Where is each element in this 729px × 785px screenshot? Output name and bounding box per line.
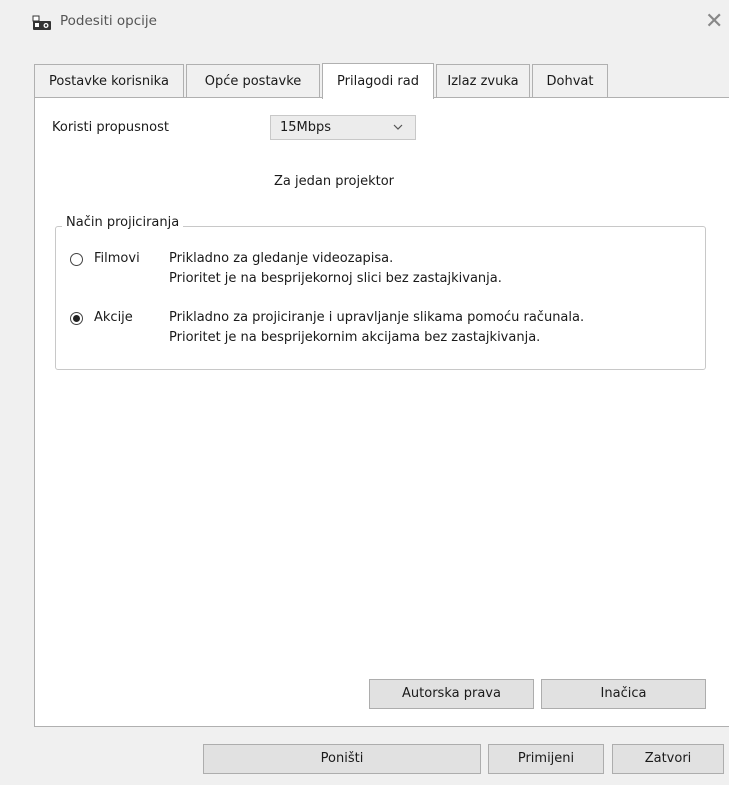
apply-button[interactable]: Primijeni [488, 744, 604, 774]
bandwidth-value: 15Mbps [280, 120, 332, 135]
tab-get[interactable]: Dohvat [532, 64, 608, 97]
close-icon[interactable]: ✕ [705, 9, 723, 35]
projection-mode-legend: Način projiciranja [62, 215, 184, 230]
tab-adjust-performance[interactable]: Prilagodi rad [322, 63, 434, 99]
cancel-button[interactable]: Poništi [203, 744, 481, 774]
bandwidth-note: Za jedan projektor [274, 174, 395, 189]
copyright-button[interactable]: Autorska prava [369, 679, 534, 709]
tab-general-settings[interactable]: Opće postavke [186, 64, 320, 97]
movies-description-line2: Prioritet je na besprijekornoj slici bez… [169, 271, 502, 286]
radio-actions[interactable] [70, 312, 83, 325]
bandwidth-label: Koristi propusnost [52, 120, 169, 135]
close-button[interactable]: Zatvori [612, 744, 724, 774]
tab-user-settings[interactable]: Postavke korisnika [34, 64, 184, 97]
tab-audio-output[interactable]: Izlaz zvuka [436, 64, 530, 97]
radio-actions-label[interactable]: Akcije [94, 308, 133, 327]
actions-description-line1: Prikladno za projiciranje i upravljanje … [169, 310, 585, 325]
chevron-down-icon [393, 119, 403, 138]
projector-app-icon [32, 14, 52, 32]
radio-selected-dot [73, 315, 80, 322]
tab-panel [34, 97, 729, 727]
bandwidth-select[interactable]: 15Mbps [270, 115, 416, 140]
radio-movies[interactable] [70, 253, 83, 266]
projection-mode-group [55, 226, 706, 370]
movies-description-line1: Prikladno za gledanje videozapisa. [169, 251, 394, 266]
radio-movies-label[interactable]: Filmovi [94, 249, 140, 268]
version-button[interactable]: Inačica [541, 679, 706, 709]
actions-description-line2: Prioritet je na besprijekornim akcijama … [169, 330, 541, 345]
title-bar: Podesiti opcije ✕ [0, 0, 729, 38]
window-title: Podesiti opcije [60, 13, 157, 29]
